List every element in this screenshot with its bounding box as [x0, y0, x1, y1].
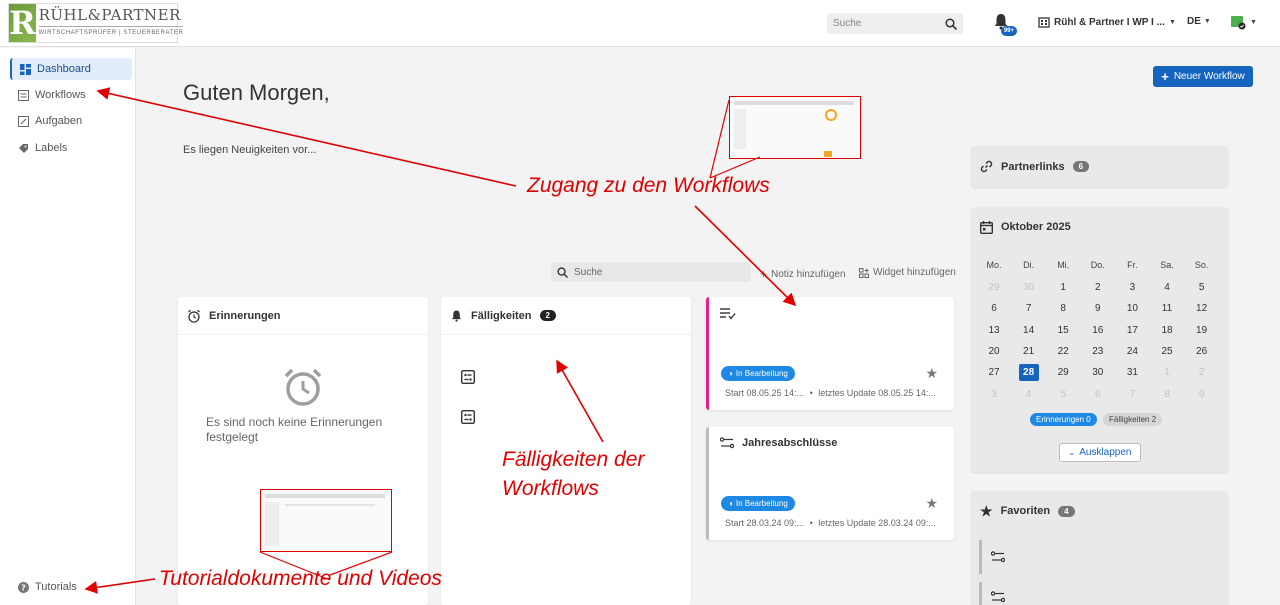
annotation-workflows: Zugang zu den Workflows [527, 174, 770, 197]
annotation-due-line1: Fälligkeiten der [502, 448, 645, 471]
annotation-due-line2: Workflows [502, 477, 599, 500]
annotation-tutorials: Tutorialdokumente und Videos [159, 567, 442, 590]
annotation-arrows [84, 87, 797, 594]
